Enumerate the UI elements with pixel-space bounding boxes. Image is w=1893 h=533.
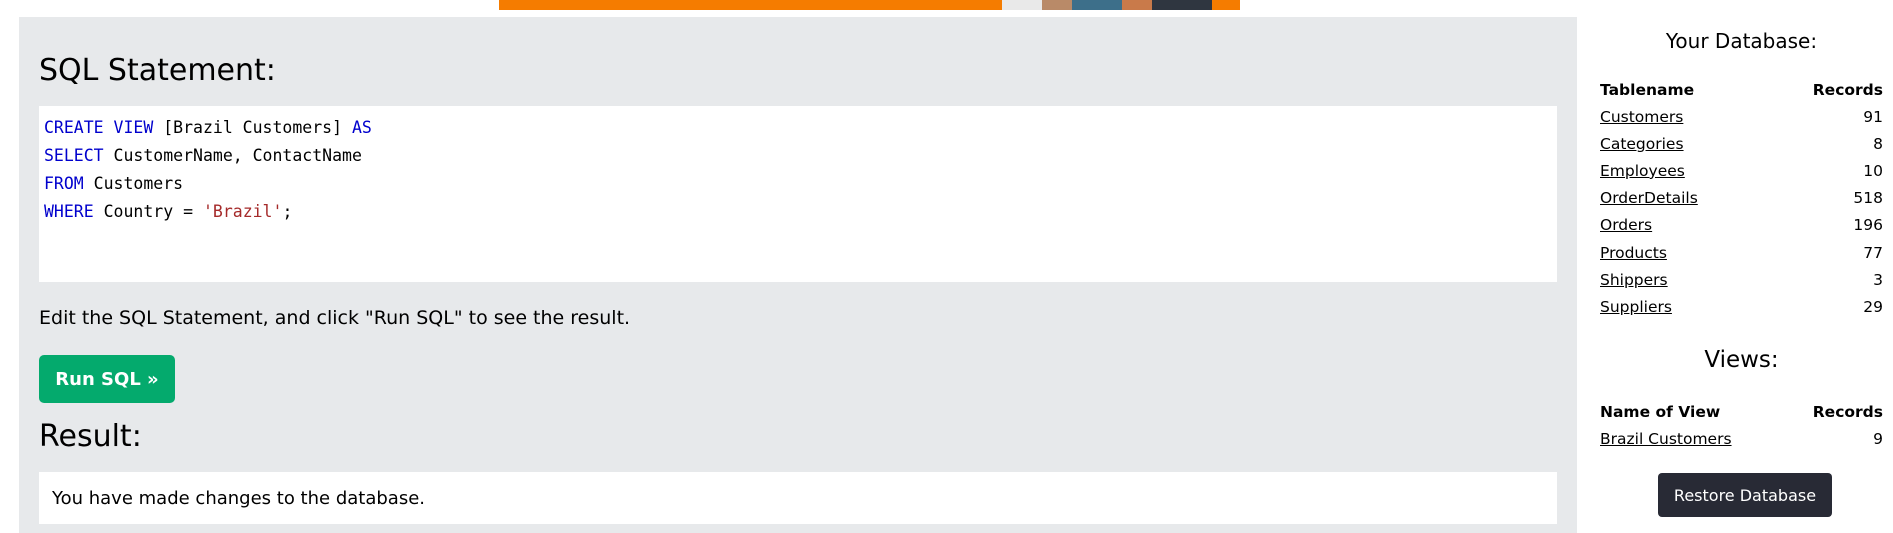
table-link[interactable]: Categories [1600,135,1684,153]
sql-keyword: CREATE VIEW [44,118,154,137]
database-sidebar: Your Database: Tablename Records Custome… [1590,17,1893,533]
code-line: FROM Customers [44,170,1552,198]
sql-text: Country = [93,202,203,221]
table-link[interactable]: Shippers [1600,271,1668,289]
table-row: Orders 196 [1600,212,1883,239]
table-row: Employees 10 [1600,157,1883,184]
sql-keyword: WHERE [44,202,94,221]
your-database-title: Your Database: [1665,29,1818,53]
table-row: Shippers 3 [1600,266,1883,293]
table-row-name-cell: Customers [1600,103,1765,130]
sql-text: CustomerName, ContactName [103,146,362,165]
result-message: You have made changes to the database. [52,487,425,509]
table-row: Customers 91 [1600,103,1883,130]
code-line: WHERE Country = 'Brazil'; [44,198,1552,226]
tables-table: Tablename Records Customers 91 Categories 8… [1600,76,1883,321]
table-row: OrderDetails 518 [1600,185,1883,212]
sql-text: Customers [83,174,184,193]
run-sql-button[interactable]: Run SQL » [39,355,175,403]
table-link[interactable]: Customers [1600,108,1683,126]
view-name-header: Name of View [1600,402,1721,421]
sql-keyword: FROM [44,174,84,193]
table-row-name-cell: Suppliers [1600,293,1765,320]
view-row: Brazil Customers 9 [1600,425,1883,452]
code-line: CREATE VIEW [Brazil Customers] AS [44,114,1552,142]
table-link[interactable]: Products [1600,244,1667,262]
table-row-name-cell: Shippers [1600,266,1765,293]
sql-keyword: SELECT [44,146,104,165]
view-link[interactable]: Brazil Customers [1600,430,1732,448]
view-row-records-cell: 9 [1873,429,1883,448]
table-link[interactable]: Employees [1600,162,1685,180]
table-row-records-cell: 3 [1873,270,1883,289]
records-header: Records [1812,80,1883,99]
table-row: Products 77 [1600,239,1883,266]
view-row-name-cell: Brazil Customers [1600,425,1784,452]
table-row-name-cell: Orders [1600,212,1765,239]
table-row-records-cell: 29 [1863,297,1883,316]
ad-banner[interactable] [499,0,1240,10]
restore-database-button[interactable]: Restore Database [1658,473,1832,517]
sql-text: [Brazil Customers] [153,118,352,137]
views-header-row: Name of View Records [1600,398,1883,425]
sql-hint-text: Edit the SQL Statement, and click "Run S… [39,307,631,329]
sql-text: ; [282,202,293,221]
main-panel: SQL Statement: CREATE VIEW [Brazil Custo… [19,17,1577,533]
table-row-records-cell: 518 [1853,189,1883,208]
sql-keyword: AS [351,118,372,137]
code-line: SELECT CustomerName, ContactName [44,142,1552,170]
table-row-name-cell: Categories [1600,130,1765,157]
sql-statement-heading: SQL Statement: [39,53,276,88]
tablename-header: Tablename [1600,80,1695,99]
table-row-records-cell: 77 [1863,243,1883,262]
table-row-records-cell: 10 [1863,161,1883,180]
ad-image [1002,0,1212,10]
table-link[interactable]: OrderDetails [1600,189,1698,207]
views-title: Views: [1704,347,1779,373]
table-row-records-cell: 196 [1853,216,1883,235]
table-link[interactable]: Orders [1600,216,1652,234]
result-box: You have made changes to the database. [39,472,1557,524]
sql-string: 'Brazil' [202,202,283,221]
table-row: Suppliers 29 [1600,293,1883,320]
table-row-records-cell: 8 [1873,134,1883,153]
view-records-header: Records [1812,402,1883,421]
tables-header-row: Tablename Records [1600,76,1883,103]
views-table: Name of View Records Brazil Customers 9 [1600,398,1883,452]
table-link[interactable]: Suppliers [1600,298,1672,316]
result-heading: Result: [39,419,142,454]
table-row-records-cell: 91 [1863,107,1883,126]
table-row-name-cell: OrderDetails [1600,185,1765,212]
sql-code-editor[interactable]: CREATE VIEW [Brazil Customers] AS SELECT … [39,106,1557,282]
table-row: Categories 8 [1600,130,1883,157]
table-row-name-cell: Employees [1600,157,1765,184]
table-row-name-cell: Products [1600,239,1765,266]
